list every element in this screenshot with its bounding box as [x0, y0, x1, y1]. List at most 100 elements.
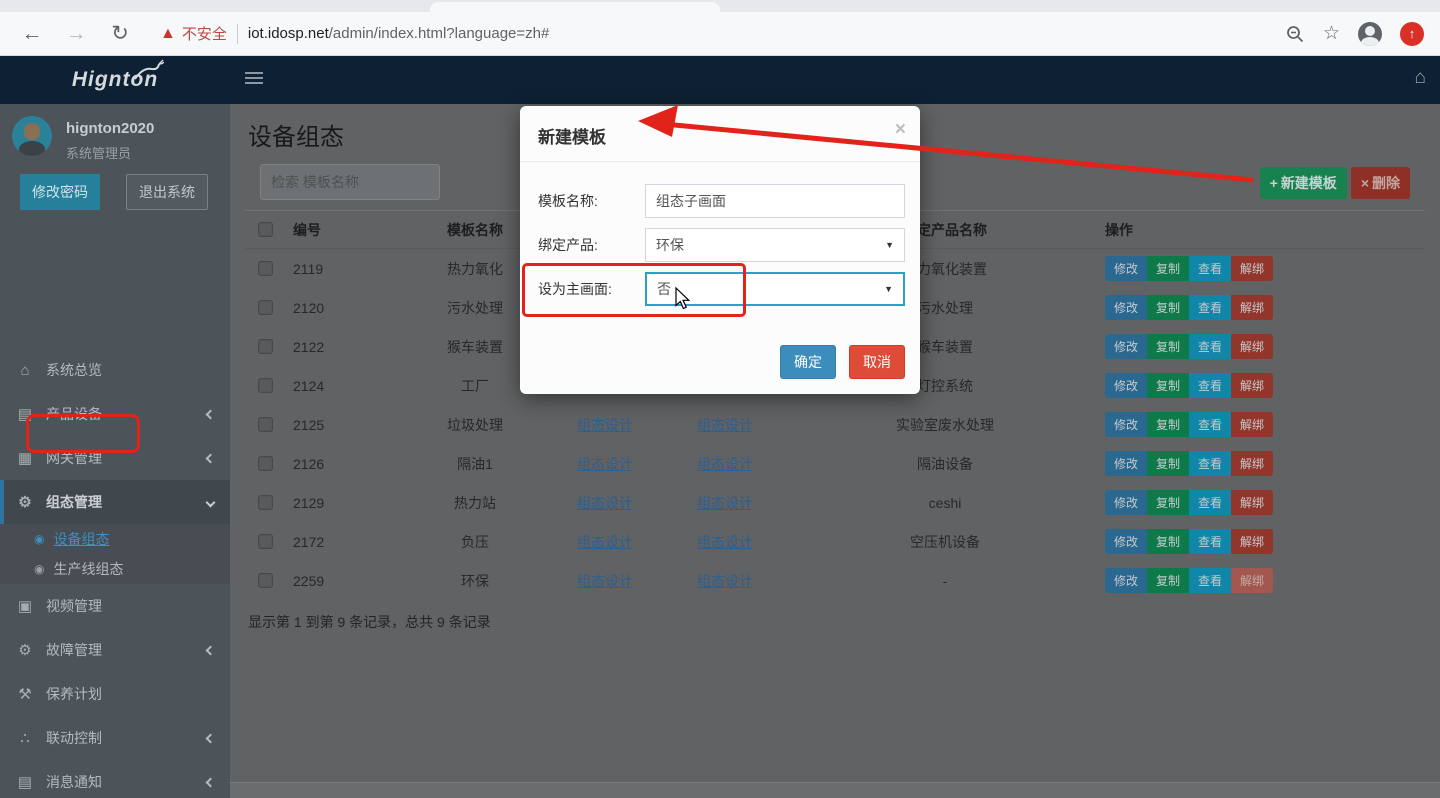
browser-update-icon[interactable]: ↑ [1400, 22, 1424, 46]
browser-profile-icon[interactable] [1358, 22, 1382, 46]
copy-button[interactable]: 复制 [1147, 256, 1189, 281]
modify-button[interactable]: 修改 [1105, 256, 1147, 281]
unbind-button[interactable]: 解绑 [1231, 373, 1273, 398]
main-screen-select[interactable]: 否 ▼ [645, 272, 905, 306]
view-button[interactable]: 查看 [1189, 490, 1231, 515]
configuration-design-link[interactable]: 组态设计 [577, 495, 633, 511]
row-checkbox[interactable] [259, 457, 272, 470]
sidebar-subitem-设备组态[interactable]: ◉设备组态 [0, 524, 230, 554]
unbind-button[interactable]: 解绑 [1231, 295, 1273, 320]
modify-button[interactable]: 修改 [1105, 412, 1147, 437]
sidebar-item-产品设备[interactable]: ▤产品设备 [0, 392, 230, 436]
configuration-design-link[interactable]: 组态设计 [697, 456, 753, 472]
sidebar-subitem-生产线组态[interactable]: ◉生产线组态 [0, 554, 230, 584]
sidebar-item-保养计划[interactable]: ⚒保养计划 [0, 672, 230, 716]
unbind-button[interactable]: 解绑 [1231, 568, 1273, 593]
reload-icon[interactable]: ↻ [108, 21, 132, 46]
close-icon[interactable]: × [895, 120, 906, 139]
zoom-out-icon[interactable] [1285, 24, 1305, 44]
row-checkbox[interactable] [259, 574, 272, 587]
copy-button[interactable]: 复制 [1147, 568, 1189, 593]
copy-button[interactable]: 复制 [1147, 373, 1189, 398]
copy-button[interactable]: 复制 [1147, 334, 1189, 359]
delete-button[interactable]: ×删除 [1351, 167, 1410, 199]
back-icon[interactable]: ← [20, 22, 44, 46]
sidebar-item-label: 产品设备 [46, 404, 102, 424]
home-icon[interactable]: ⌂ [1415, 67, 1426, 89]
sidebar-item-故障管理[interactable]: ⚙故障管理 [0, 628, 230, 672]
modify-button[interactable]: 修改 [1105, 529, 1147, 554]
bind-product-select[interactable]: 环保 ▼ [645, 228, 905, 262]
row-checkbox[interactable] [259, 340, 272, 353]
configuration-design-link[interactable]: 组态设计 [697, 417, 753, 433]
row-actions-cell: 修改复制查看解绑 [1105, 256, 1425, 281]
select-all-checkbox[interactable] [259, 223, 272, 236]
configuration-design-link[interactable]: 组态设计 [577, 456, 633, 472]
modify-button[interactable]: 修改 [1105, 490, 1147, 515]
copy-button[interactable]: 复制 [1147, 295, 1189, 320]
unbind-button[interactable]: 解绑 [1231, 334, 1273, 359]
view-button[interactable]: 查看 [1189, 451, 1231, 476]
table-row: 2129热力站组态设计组态设计ceshi修改复制查看解绑 [245, 483, 1425, 522]
browser-tab[interactable] [430, 2, 720, 12]
search-input[interactable] [260, 164, 440, 200]
address-bar[interactable]: iot.idosp.net/admin/index.html?language=… [248, 25, 549, 42]
table-row: 2259环保组态设计组态设计-修改复制查看解绑 [245, 561, 1425, 600]
sidebar-toggle-icon[interactable] [245, 72, 263, 87]
view-button[interactable]: 查看 [1189, 529, 1231, 554]
row-checkbox[interactable] [259, 496, 272, 509]
action-button-group: 修改复制查看解绑 [1105, 568, 1273, 593]
sidebar-item-系统总览[interactable]: ⌂系统总览 [0, 348, 230, 392]
row-checkbox[interactable] [259, 262, 272, 275]
configuration-design-link[interactable]: 组态设计 [577, 573, 633, 589]
template-name-input[interactable] [645, 184, 905, 218]
sidebar-item-label: 网关管理 [46, 448, 102, 468]
modify-button[interactable]: 修改 [1105, 373, 1147, 398]
row-checkbox[interactable] [259, 379, 272, 392]
row-actions-cell: 修改复制查看解绑 [1105, 373, 1425, 398]
logout-button[interactable]: 退出系统 [126, 174, 208, 210]
forward-icon[interactable]: → [64, 22, 88, 46]
modify-button[interactable]: 修改 [1105, 568, 1147, 593]
modify-button[interactable]: 修改 [1105, 451, 1147, 476]
chevron-left-icon [206, 453, 216, 463]
copy-button[interactable]: 复制 [1147, 451, 1189, 476]
confirm-button[interactable]: 确定 [780, 345, 836, 379]
modify-button[interactable]: 修改 [1105, 295, 1147, 320]
copy-button[interactable]: 复制 [1147, 412, 1189, 437]
configuration-design-link[interactable]: 组态设计 [697, 534, 753, 550]
unbind-button[interactable]: 解绑 [1231, 412, 1273, 437]
unbind-button[interactable]: 解绑 [1231, 490, 1273, 515]
view-button[interactable]: 查看 [1189, 256, 1231, 281]
configuration-design-link[interactable]: 组态设计 [697, 573, 753, 589]
security-warning-icon[interactable]: ▲ [160, 25, 176, 43]
brand-logo[interactable]: Hignton [0, 56, 230, 104]
row-checkbox[interactable] [259, 301, 272, 314]
view-button[interactable]: 查看 [1189, 334, 1231, 359]
configuration-design-link[interactable]: 组态设计 [697, 495, 753, 511]
sidebar-item-消息通知[interactable]: ▤消息通知 [0, 760, 230, 798]
security-warning-label[interactable]: 不安全 [182, 23, 227, 44]
new-template-button[interactable]: +新建模板 [1260, 167, 1347, 199]
configuration-design-link[interactable]: 组态设计 [577, 534, 633, 550]
bookmark-star-icon[interactable]: ☆ [1323, 22, 1340, 45]
sidebar-item-联动控制[interactable]: ∴联动控制 [0, 716, 230, 760]
unbind-button[interactable]: 解绑 [1231, 451, 1273, 476]
row-checkbox[interactable] [259, 535, 272, 548]
view-button[interactable]: 查看 [1189, 295, 1231, 320]
row-checkbox[interactable] [259, 418, 272, 431]
sidebar-item-视频管理[interactable]: ▣视频管理 [0, 584, 230, 628]
sidebar-item-网关管理[interactable]: ▦网关管理 [0, 436, 230, 480]
copy-button[interactable]: 复制 [1147, 490, 1189, 515]
copy-button[interactable]: 复制 [1147, 529, 1189, 554]
unbind-button[interactable]: 解绑 [1231, 256, 1273, 281]
sidebar-item-组态管理[interactable]: ⚙组态管理 [0, 480, 230, 524]
modify-button[interactable]: 修改 [1105, 334, 1147, 359]
view-button[interactable]: 查看 [1189, 568, 1231, 593]
view-button[interactable]: 查看 [1189, 412, 1231, 437]
unbind-button[interactable]: 解绑 [1231, 529, 1273, 554]
cancel-button[interactable]: 取消 [849, 345, 905, 379]
view-button[interactable]: 查看 [1189, 373, 1231, 398]
change-password-button[interactable]: 修改密码 [20, 174, 100, 210]
configuration-design-link[interactable]: 组态设计 [577, 417, 633, 433]
